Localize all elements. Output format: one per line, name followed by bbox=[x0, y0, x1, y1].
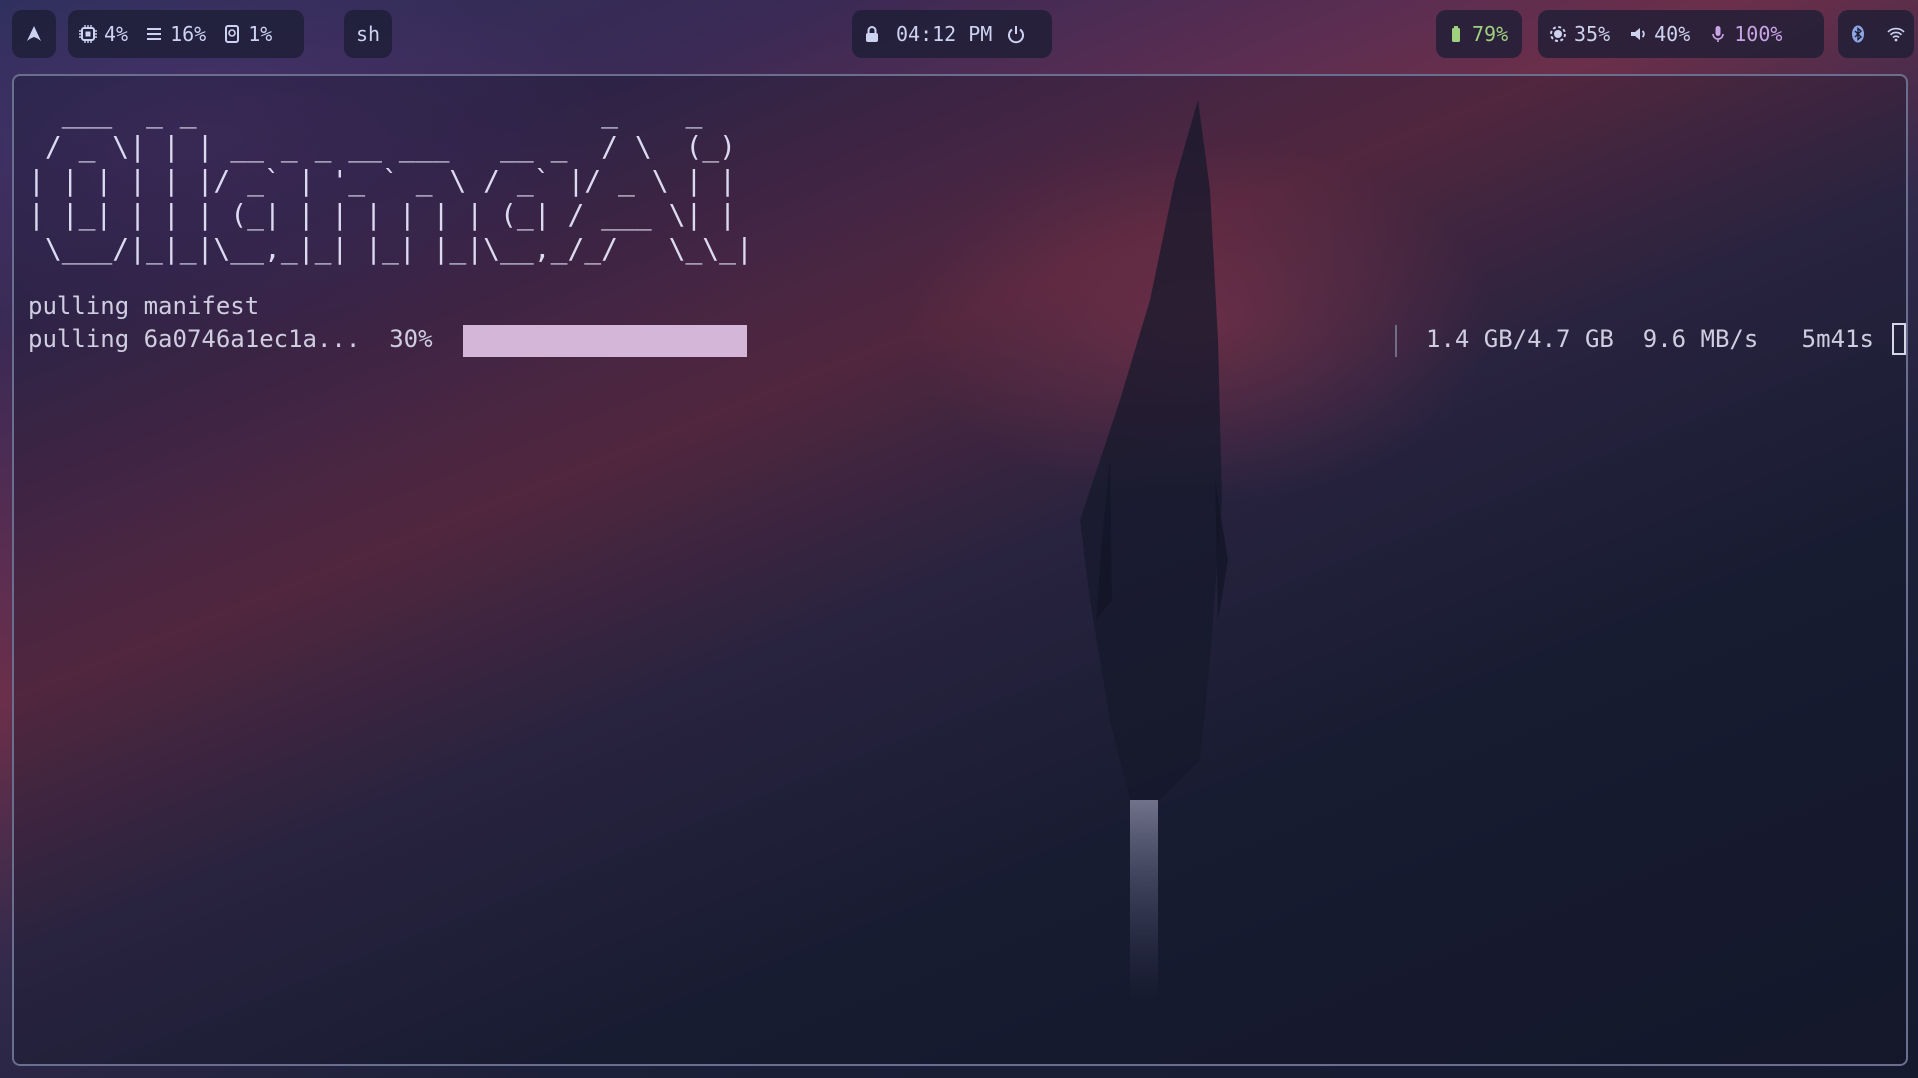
brightness-value: 35% bbox=[1574, 22, 1611, 46]
bluetooth-icon[interactable] bbox=[1848, 24, 1868, 44]
disk-usage[interactable]: 1% bbox=[222, 22, 272, 46]
clock-time: 04:12 PM bbox=[896, 22, 993, 46]
download-progress-fill bbox=[463, 325, 748, 357]
battery-indicator[interactable]: 79% bbox=[1436, 10, 1522, 58]
terminal-line: pulling manifest bbox=[28, 292, 260, 320]
download-progress-bar bbox=[463, 325, 1411, 357]
cpu-usage[interactable]: 4% bbox=[78, 22, 128, 46]
lock-icon[interactable] bbox=[862, 24, 882, 44]
ascii-banner: ___ _ _ _ _ / _ \| | | __ _ _ __ ___ __ … bbox=[28, 96, 753, 265]
terminal-line: pulling 6a0746a1ec1a... 30% bbox=[28, 325, 433, 353]
volume-value: 40% bbox=[1654, 22, 1691, 46]
brightness-icon bbox=[1548, 24, 1568, 44]
progress-separator bbox=[1395, 325, 1397, 357]
wifi-icon[interactable] bbox=[1886, 24, 1906, 44]
battery-icon bbox=[1446, 24, 1466, 44]
cpu-value: 4% bbox=[104, 22, 129, 46]
memory-value: 16% bbox=[170, 22, 207, 46]
memory-usage[interactable]: 16% bbox=[144, 22, 206, 46]
terminal-cursor bbox=[1892, 323, 1906, 355]
download-stats: 1.4 GB/4.7 GB 9.6 MB/s 5m41s bbox=[1426, 325, 1874, 353]
media-controls[interactable]: 35% 40% 100% bbox=[1538, 10, 1824, 58]
microphone-control[interactable]: 100% bbox=[1708, 22, 1782, 46]
battery-value: 79% bbox=[1472, 22, 1509, 46]
microphone-icon bbox=[1708, 24, 1728, 44]
active-window-title[interactable]: sh bbox=[344, 10, 392, 58]
volume-control[interactable]: 40% bbox=[1628, 22, 1690, 46]
memory-icon bbox=[144, 24, 164, 44]
microphone-value: 100% bbox=[1734, 22, 1783, 46]
connectivity[interactable] bbox=[1838, 10, 1914, 58]
shell-name: sh bbox=[355, 22, 381, 46]
brightness-control[interactable]: 35% bbox=[1548, 22, 1610, 46]
disk-value: 1% bbox=[248, 22, 273, 46]
clock-widget[interactable]: 04:12 PM bbox=[852, 10, 1052, 58]
arch-logo-icon bbox=[24, 24, 44, 44]
disk-icon bbox=[222, 24, 242, 44]
launcher-button[interactable] bbox=[12, 10, 56, 58]
volume-icon bbox=[1628, 24, 1648, 44]
terminal-window[interactable]: ___ _ _ _ _ / _ \| | | __ _ _ __ ___ __ … bbox=[12, 74, 1908, 1066]
system-stats[interactable]: 4% 16% 1% bbox=[68, 10, 304, 58]
power-icon[interactable] bbox=[1006, 24, 1026, 44]
cpu-icon bbox=[78, 24, 98, 44]
